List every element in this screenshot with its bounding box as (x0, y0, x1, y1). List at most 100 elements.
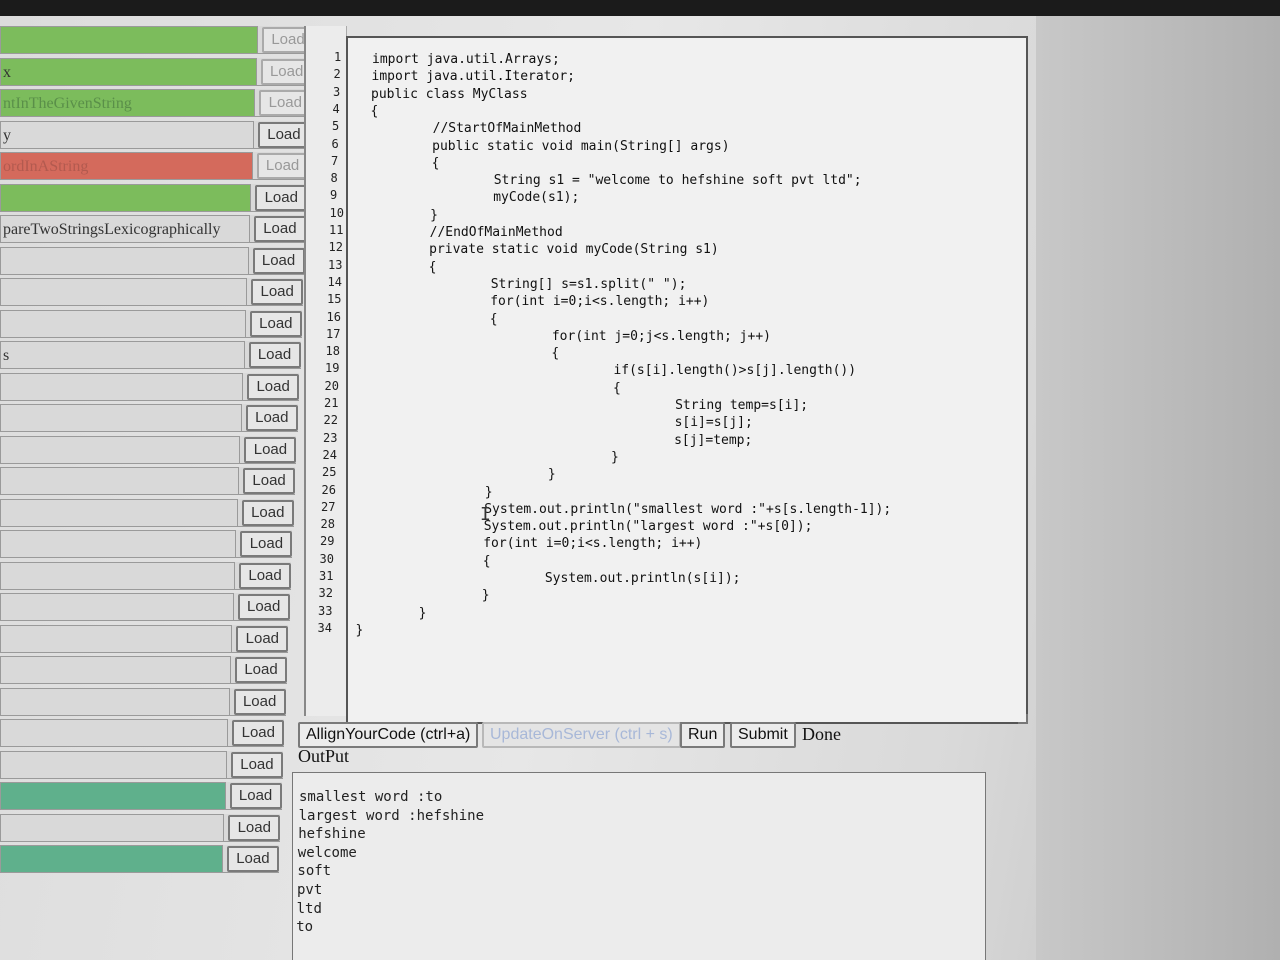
code-line[interactable]: String[] s=s1.split(" "); (366, 277, 687, 292)
code-line[interactable]: for(int i=0;i<s.length; i++) (365, 294, 709, 309)
load-button[interactable]: Load (244, 436, 297, 463)
problem-name[interactable]: s (0, 341, 245, 369)
load-button[interactable]: Load (247, 373, 300, 400)
code-line[interactable]: s[i]=s[j]; (362, 415, 753, 430)
problem-name[interactable]: x (0, 57, 257, 86)
problem-name[interactable] (0, 845, 223, 873)
problem-name[interactable] (0, 750, 227, 779)
load-button[interactable]: Load (249, 310, 302, 337)
code-line[interactable]: import java.util.Iterator; (372, 69, 576, 84)
load-button[interactable]: Load (235, 657, 287, 683)
code-line[interactable]: String s1 = "welcome to hefshine soft pv… (369, 173, 862, 188)
load-button[interactable]: Load (245, 405, 298, 431)
problem-name[interactable] (0, 813, 225, 842)
load-button[interactable]: Load (243, 468, 296, 494)
code-line[interactable]: } (361, 450, 619, 465)
problem-name[interactable]: ordInAString (0, 152, 253, 180)
code-line[interactable]: public static void main(String[] args) (370, 139, 729, 154)
update-on-server-button[interactable]: UpdateOnServer (ctrl + s) (482, 722, 681, 748)
problem-row[interactable]: pareTwoStringsLexicographically Load (0, 215, 306, 243)
load-button[interactable]: Load (237, 594, 290, 620)
problem-row[interactable]: Load (0, 845, 279, 873)
load-button[interactable]: Load (248, 342, 301, 368)
load-button[interactable]: Load (228, 814, 281, 841)
problem-row[interactable]: Load (0, 183, 308, 212)
load-button[interactable]: Load (253, 216, 306, 242)
code-line[interactable]: } (356, 606, 427, 621)
problem-row[interactable]: Load (0, 498, 294, 527)
problem-row[interactable]: Load (0, 750, 283, 779)
problem-name[interactable] (0, 372, 244, 401)
align-code-button[interactable]: AllignYourCode (ctrl+a) (298, 722, 479, 748)
problem-name[interactable] (0, 246, 249, 275)
problem-row[interactable]: Load (0, 593, 290, 621)
load-button[interactable]: Load (256, 153, 309, 179)
resize-handle[interactable] (1018, 714, 1028, 724)
problem-name[interactable] (0, 782, 226, 810)
code-line[interactable]: s[j]=temp; (361, 433, 752, 448)
problem-name[interactable] (0, 530, 237, 558)
problem-row[interactable]: Load (0, 782, 282, 810)
code-line[interactable]: System.out.println(s[i]); (357, 571, 741, 586)
problem-name[interactable]: ntInTheGivenString (0, 89, 256, 117)
problem-row[interactable]: Load (0, 656, 287, 684)
code-line[interactable]: } (368, 208, 438, 223)
problem-row[interactable]: y Load (0, 120, 310, 149)
problem-name[interactable] (0, 435, 241, 464)
problem-row[interactable]: Load (0, 278, 304, 306)
problem-row[interactable]: Load (0, 530, 293, 558)
code-line[interactable]: } (357, 588, 490, 603)
problem-row[interactable]: ntInTheGivenString Load (0, 89, 312, 117)
problem-row[interactable]: Load (0, 813, 281, 842)
problem-name[interactable] (0, 656, 231, 684)
run-button[interactable]: Run (680, 722, 726, 748)
load-button[interactable]: Load (252, 247, 305, 274)
code-line[interactable]: { (366, 260, 437, 275)
code-line[interactable]: { (365, 312, 498, 327)
submit-button[interactable]: Submit (730, 722, 796, 748)
problem-row[interactable]: Load (0, 719, 285, 747)
code-line[interactable]: if(s[i].length()>s[j].length()) (363, 363, 856, 378)
problem-row[interactable]: Load (0, 309, 302, 338)
code-line[interactable]: for(int i=0;i<s.length; i++) (358, 536, 702, 551)
problem-row[interactable]: Load (0, 246, 305, 275)
problem-row[interactable]: Load (0, 561, 292, 590)
problem-row[interactable]: Load (0, 404, 298, 432)
problem-name[interactable] (0, 498, 238, 527)
problem-name[interactable] (0, 309, 246, 338)
load-button[interactable]: Load (241, 499, 294, 526)
problem-row[interactable]: s Load (0, 341, 301, 369)
code-editor[interactable]: import java.util.Arrays; import java.util… (346, 36, 1028, 724)
problem-name[interactable] (0, 561, 236, 590)
problem-row[interactable]: Load (0, 435, 297, 464)
problem-row[interactable]: Load (0, 467, 296, 495)
code-line[interactable]: } (356, 623, 364, 638)
load-button[interactable]: Load (232, 720, 285, 746)
code-line[interactable]: } (360, 485, 493, 500)
code-line[interactable]: { (371, 104, 379, 119)
problem-name[interactable]: y (0, 120, 254, 149)
problem-name[interactable] (0, 26, 258, 54)
problem-name[interactable] (0, 467, 240, 495)
problem-row[interactable]: Load (0, 372, 300, 401)
load-button[interactable]: Load (251, 279, 304, 305)
problem-name[interactable] (0, 404, 242, 432)
problem-row[interactable]: Load (0, 26, 314, 54)
problem-name[interactable] (0, 278, 248, 306)
load-button[interactable]: Load (239, 562, 292, 589)
code-line[interactable]: import java.util.Arrays; (372, 52, 560, 67)
problem-name[interactable] (0, 719, 229, 747)
code-line[interactable]: //StartOfMainMethod (370, 121, 582, 136)
code-line[interactable]: { (369, 156, 440, 171)
code-line[interactable]: private static void myCode(String s1) (367, 242, 719, 257)
load-button[interactable]: Load (226, 846, 279, 872)
problem-row[interactable]: ordInAString Load (0, 152, 309, 180)
code-line[interactable]: public class MyClass (371, 87, 528, 102)
code-line[interactable]: { (364, 346, 559, 361)
problem-row[interactable]: Load (0, 687, 286, 716)
problem-name[interactable] (0, 183, 252, 212)
problem-row[interactable]: Load (0, 624, 289, 653)
problem-name[interactable] (0, 624, 233, 653)
code-line[interactable]: System.out.println("largest word :"+s[0]… (359, 519, 813, 534)
load-button[interactable]: Load (233, 688, 286, 715)
